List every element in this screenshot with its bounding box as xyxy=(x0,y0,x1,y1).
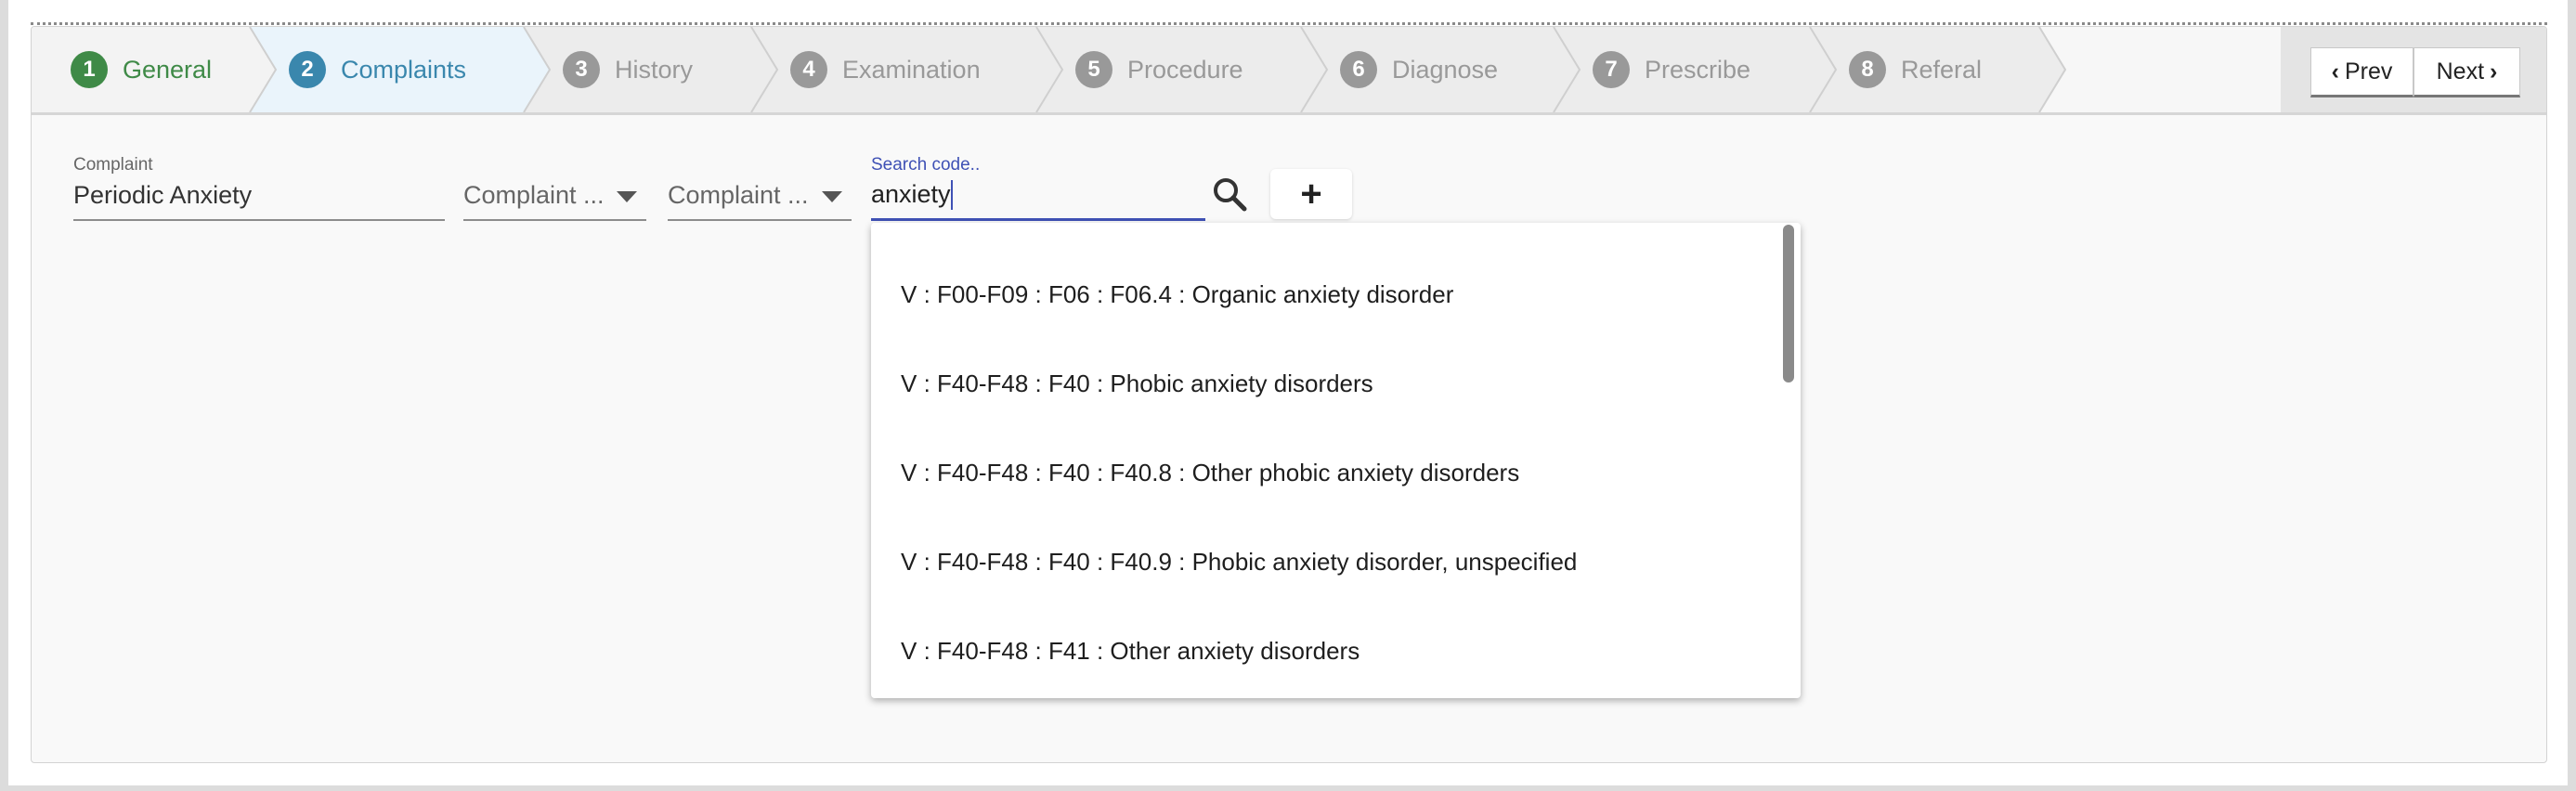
caret-down-icon xyxy=(822,191,842,202)
complaint-value: Periodic Anxiety xyxy=(73,180,253,209)
select-2-value: Complaint ... xyxy=(668,180,809,209)
step-label: Examination xyxy=(842,55,981,84)
next-label: Next xyxy=(2436,58,2485,84)
prev-label: Prev xyxy=(2344,58,2393,84)
window-edge-right xyxy=(2568,0,2576,791)
wizard-step-referal[interactable]: 8 Referal xyxy=(1810,27,2067,112)
window-edge-left xyxy=(0,0,8,791)
step-label: Complaints xyxy=(341,55,467,84)
text-cursor xyxy=(950,179,953,210)
scrollbar[interactable] xyxy=(1783,225,1794,383)
divider xyxy=(31,22,2547,25)
search-icon[interactable] xyxy=(1211,175,1250,214)
step-label: History xyxy=(615,55,694,84)
wizard-nav: ‹ Prev Next › xyxy=(2281,27,2546,112)
caret-down-icon xyxy=(617,191,637,202)
wizard-step-diagnose[interactable]: 6 Diagnose xyxy=(1301,27,1581,112)
search-value: anxiety xyxy=(871,180,951,208)
step-label: Procedure xyxy=(1127,55,1243,84)
wizard-step-complaints[interactable]: 2 Complaints xyxy=(250,27,552,112)
step-number-badge: 4 xyxy=(790,51,827,88)
step-label: General xyxy=(123,55,213,84)
search-results-dropdown: V : F00-F09 : F06 : F06.4 : Organic anxi… xyxy=(871,223,1801,698)
wizard-step-history[interactable]: 3 History xyxy=(524,27,779,112)
add-code-button[interactable]: + xyxy=(1270,169,1352,219)
wizard-step-examination[interactable]: 4 Examination xyxy=(751,27,1064,112)
search-result-item[interactable]: V : F40-F48 : F40 : F40.8 : Other phobic… xyxy=(901,459,1519,487)
search-result-item[interactable]: V : F40-F48 : F40 : Phobic anxiety disor… xyxy=(901,370,1373,398)
step-label: Prescribe xyxy=(1645,55,1751,84)
chevron-left-icon: ‹ xyxy=(2331,58,2339,84)
search-result-item[interactable]: V : F00-F09 : F06 : F06.4 : Organic anxi… xyxy=(901,280,1453,309)
step-number-badge: 1 xyxy=(71,51,108,88)
step-number-badge: 6 xyxy=(1340,51,1377,88)
window-edge-bottom xyxy=(0,785,2576,791)
wizard-step-general[interactable]: 1 General xyxy=(32,27,278,112)
step-label: Referal xyxy=(1901,55,1983,84)
wizard-step-prescribe[interactable]: 7 Prescribe xyxy=(1554,27,1838,112)
search-result-item[interactable]: V : F40-F48 : F40 : F40.9 : Phobic anxie… xyxy=(901,548,1577,577)
chevron-right-icon: › xyxy=(2490,58,2498,84)
prev-button[interactable]: ‹ Prev xyxy=(2310,47,2413,97)
step-number-badge: 3 xyxy=(563,51,600,88)
complaints-panel: ‹ Prev Next › 1 General 2 Complaints 3 Histor… xyxy=(31,26,2547,763)
step-number-badge: 8 xyxy=(1849,51,1886,88)
step-number-badge: 2 xyxy=(289,51,326,88)
step-label: Diagnose xyxy=(1392,55,1499,84)
complaint-select-2[interactable]: Complaint ... xyxy=(668,171,852,221)
complaint-input[interactable]: Periodic Anxiety xyxy=(73,171,445,221)
step-number-badge: 5 xyxy=(1075,51,1112,88)
wizard-step-procedure[interactable]: 5 Procedure xyxy=(1036,27,1329,112)
select-1-value: Complaint ... xyxy=(463,180,605,209)
next-button[interactable]: Next › xyxy=(2413,47,2520,97)
wizard-steps: ‹ Prev Next › 1 General 2 Complaints 3 Histor… xyxy=(32,27,2546,115)
complaint-select-1[interactable]: Complaint ... xyxy=(463,171,646,221)
step-number-badge: 7 xyxy=(1593,51,1630,88)
plus-icon: + xyxy=(1300,173,1322,214)
search-result-item[interactable]: V : F40-F48 : F41 : Other anxiety disord… xyxy=(901,637,1360,666)
search-code-input[interactable]: anxiety xyxy=(871,171,1205,221)
